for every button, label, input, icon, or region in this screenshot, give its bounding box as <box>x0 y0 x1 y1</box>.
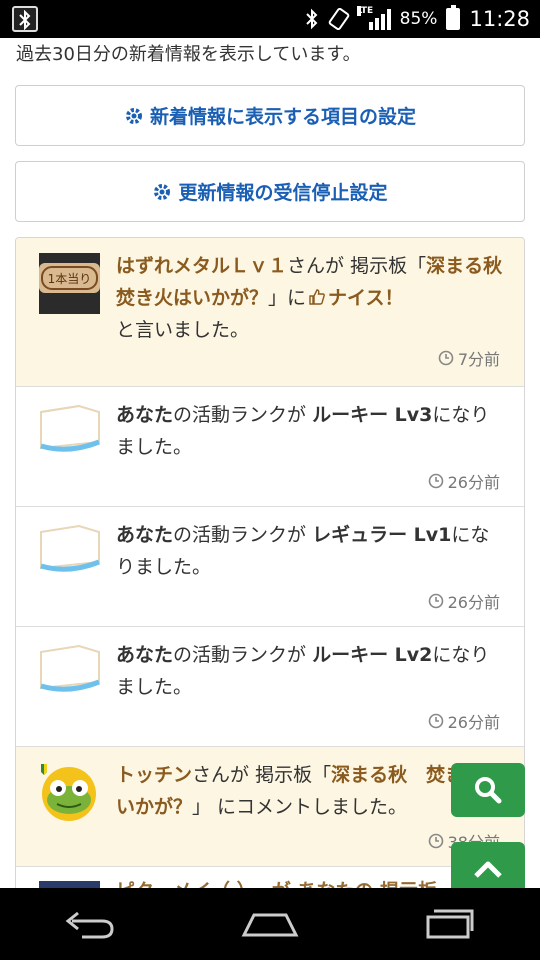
battery-percent: 85% <box>399 9 438 29</box>
feed-item[interactable]: あなたの活動ランクが ルーキー Lv2になりました。 26分前 <box>16 627 524 747</box>
rank-badge-image <box>39 522 100 583</box>
new-items-settings-button[interactable]: 新着情報に表示する項目の設定 <box>15 85 525 146</box>
scroll-to-top-button[interactable] <box>451 842 525 888</box>
thumbs-up-icon <box>309 289 325 305</box>
timestamp: 26分前 <box>428 709 500 733</box>
nice-label: ナイス！ <box>328 287 404 309</box>
unsubscribe-settings-button[interactable]: 更新情報の受信停止設定 <box>15 161 525 222</box>
timestamp: 26分前 <box>428 469 500 493</box>
rank-name: ルーキー Lv3 <box>312 404 433 426</box>
search-button[interactable] <box>451 763 525 817</box>
rotate-icon <box>328 8 349 30</box>
user-name-link[interactable]: トッチン <box>116 764 192 786</box>
new-items-settings-label: 新着情報に表示する項目の設定 <box>149 106 416 128</box>
rank-name: レギュラー Lv1 <box>312 524 452 546</box>
feed-item[interactable]: あなたの活動ランクが ルーキー Lv3になりました。 26分前 <box>16 387 524 507</box>
feed-item[interactable]: ピク メイ（ ） が あなたの 掲示板 <box>16 867 524 888</box>
navigation-bar <box>0 888 540 960</box>
battery-icon <box>446 5 461 30</box>
home-icon <box>241 913 299 937</box>
back-icon <box>65 911 114 939</box>
partial-feed-text: ピク メイ（ ） が あなたの 掲示板 <box>116 880 437 888</box>
user-name: あなた <box>116 404 174 426</box>
signal-icon: LTE <box>356 6 391 30</box>
bluetooth-notification-icon <box>12 6 38 32</box>
clock-icon <box>428 713 443 729</box>
clock-icon <box>428 833 443 849</box>
recent-apps-button[interactable] <box>405 894 495 954</box>
clock-icon <box>438 350 454 366</box>
back-button[interactable] <box>45 894 135 954</box>
recent-apps-icon <box>426 909 474 939</box>
feed-item[interactable]: あなたの活動ランクが レギュラー Lv1になりました。 26分前 <box>16 507 524 627</box>
home-button[interactable] <box>225 894 315 954</box>
user-name: あなた <box>116 524 174 546</box>
rank-name: ルーキー Lv2 <box>312 644 433 666</box>
thumb-text: 1本当り <box>48 272 92 286</box>
notification-feed: 1本当り はずれメタルＬｖ１さんが 掲示板「深まる秋 焚き火はいかが？」に ナイス… <box>15 237 525 888</box>
rank-badge-image <box>39 642 100 703</box>
gear-icon <box>154 183 171 200</box>
search-icon <box>475 777 502 804</box>
status-bar: LTE 85% 11:28 <box>0 0 540 38</box>
gear-icon <box>125 107 142 124</box>
clock-icon <box>428 593 443 609</box>
rank-badge-image <box>39 402 100 463</box>
unsubscribe-settings-label: 更新情報の受信停止設定 <box>178 182 388 204</box>
user-avatar[interactable]: 1本当り <box>39 253 100 314</box>
user-avatar[interactable] <box>39 881 100 888</box>
chevron-up-icon <box>474 861 502 878</box>
user-name: あなた <box>116 644 174 666</box>
clock-icon <box>428 473 443 489</box>
user-name-link[interactable]: はずれメタルＬｖ１ <box>116 255 287 277</box>
feed-item[interactable]: 1本当り はずれメタルＬｖ１さんが 掲示板「深まる秋 焚き火はいかが？」に ナイス… <box>16 238 524 387</box>
clock: 11:28 <box>469 7 530 31</box>
user-avatar[interactable] <box>39 762 100 823</box>
timestamp: 7分前 <box>438 346 500 370</box>
intro-text: 過去30日分の新着情報を表示しています。 <box>16 44 361 65</box>
timestamp: 26分前 <box>428 589 500 613</box>
bluetooth-icon <box>305 8 318 30</box>
feed-item[interactable]: トッチンさんが 掲示板「深まる秋 焚き火はいかが？」 にコメントしました。 38… <box>16 747 524 867</box>
